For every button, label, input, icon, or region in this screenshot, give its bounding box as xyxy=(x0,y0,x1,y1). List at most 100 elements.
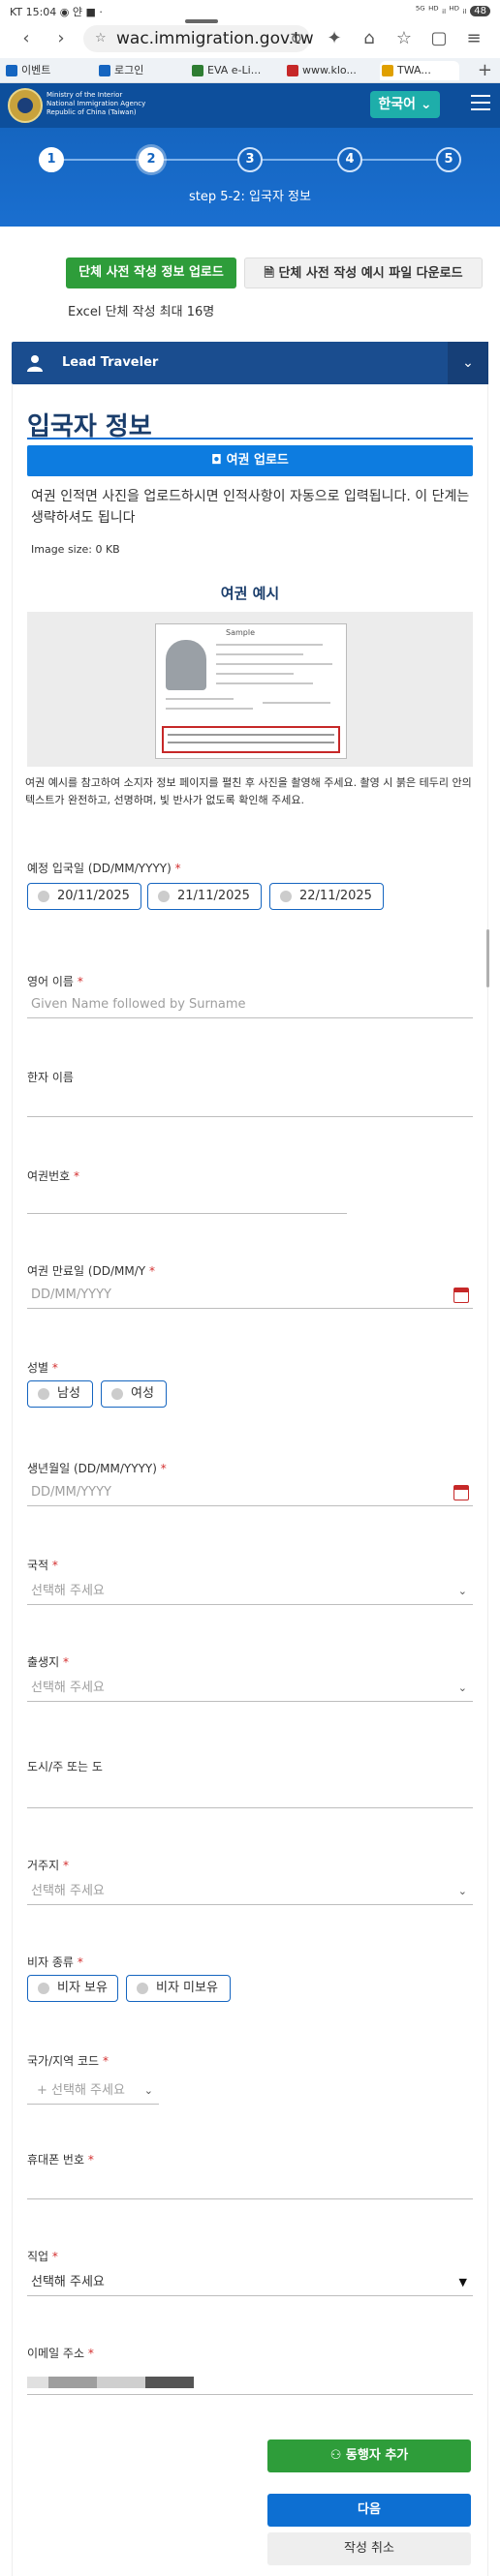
occupation-select[interactable]: 선택해 주세요 ▼ xyxy=(27,2269,473,2296)
browser-toolbar: ‹ › ☆ wac.immigration.gov.tw ↻ ✦ ⌂ ☆ ▢ ≡ xyxy=(0,19,500,58)
chinese-name-input[interactable] xyxy=(27,1090,473,1117)
sample-note: 여권 예시를 참고하여 소지자 정보 페이지를 펼친 후 사진을 촬영해 주세요… xyxy=(25,776,472,806)
gender-female[interactable]: 여성 xyxy=(101,1380,167,1408)
image-size: Image size: 0 KB xyxy=(31,543,120,556)
english-name-input[interactable]: Given Name followed by Surname xyxy=(27,991,473,1018)
email-text: 이메일 주소 xyxy=(27,2347,85,2360)
agency-line: Ministry of the Interior xyxy=(47,91,123,99)
occupation-label: 직업 * xyxy=(27,2250,58,2263)
mobile-input[interactable] xyxy=(27,2172,473,2199)
residence-placeholder: 선택해 주세요 xyxy=(31,1884,105,1898)
new-tab-icon[interactable]: + xyxy=(478,60,492,80)
caret-down-icon: ▼ xyxy=(458,2276,467,2288)
calendar-icon[interactable] xyxy=(453,1288,469,1303)
step-1: 1 xyxy=(39,147,64,172)
tab-login[interactable]: 로그인 xyxy=(97,61,165,80)
visa-type-label: 비자 종류 * xyxy=(27,1955,83,1969)
visa-yes[interactable]: 비자 보유 xyxy=(27,1975,118,2002)
add-companion-label: 동행자 추가 xyxy=(345,2448,409,2463)
tabs-icon[interactable]: ▢ xyxy=(426,27,452,50)
lead-traveler-label: Lead Traveler xyxy=(62,355,159,370)
radio-icon xyxy=(158,891,170,902)
radio-icon xyxy=(38,1983,49,1994)
email-label: 이메일 주소 * xyxy=(27,2347,94,2360)
passport-upload-label: 여권 업로드 xyxy=(226,453,289,468)
english-name-text: 영어 이름 xyxy=(27,975,74,988)
step-4: 4 xyxy=(337,147,362,172)
passport-no-input[interactable] xyxy=(27,1187,347,1214)
tab-twac[interactable]: TWA... xyxy=(380,61,459,80)
email-input[interactable] xyxy=(27,2368,473,2395)
hamburger-icon[interactable] xyxy=(471,95,490,114)
birthplace-select[interactable]: 선택해 주세요 ⌄ xyxy=(27,1675,473,1702)
passport-sample: Sample xyxy=(27,612,473,767)
menu-icon[interactable]: ≡ xyxy=(461,27,486,50)
gender-male[interactable]: 남성 xyxy=(27,1380,93,1408)
tab-favicon xyxy=(6,65,17,76)
tab-klook[interactable]: www.klo... xyxy=(285,61,364,80)
city-input[interactable] xyxy=(27,1781,473,1808)
status-bar: KT 15:04 ◉ 얀 ■ · ⁵ᴳ ᴴᴰ ᵢₗ ᴴᴰ ᵢₗ 48 xyxy=(0,0,500,19)
site-info-icon[interactable]: ☆ xyxy=(95,25,107,52)
signal-text: ⁵ᴳ ᴴᴰ ᵢₗ ᴴᴰ ᵢₗ xyxy=(415,4,467,16)
passport-expiry-input[interactable]: DD/MM/YYYY xyxy=(27,1282,473,1309)
mrz-highlight xyxy=(162,726,340,753)
nationality-label: 국적 * xyxy=(27,1559,58,1572)
group-upload-button[interactable]: 단체 사전 작성 정보 업로드 xyxy=(66,258,236,288)
group-download-button[interactable]: 🗎 단체 사전 작성 예시 파일 다운로드 xyxy=(244,258,483,288)
url-text: wac.immigration.gov.tw xyxy=(116,29,314,48)
language-select[interactable]: 한국어 ⌄ xyxy=(370,91,440,118)
url-bar[interactable]: ☆ wac.immigration.gov.tw ↻ xyxy=(83,19,314,52)
arrival-option-2[interactable]: 21/11/2025 xyxy=(147,883,262,910)
arrival-option-1[interactable]: 20/11/2025 xyxy=(27,883,141,910)
reload-icon[interactable]: ↻ xyxy=(290,25,302,52)
visa-no-label: 비자 미보유 xyxy=(156,1981,218,1995)
tab-label: EVA e-Li... xyxy=(207,64,262,76)
gender-female-label: 여성 xyxy=(131,1386,154,1401)
scrollbar[interactable] xyxy=(486,929,489,987)
passport-no-text: 여권번호 xyxy=(27,1169,71,1183)
arrival-option-label: 22/11/2025 xyxy=(299,889,372,903)
gender-label: 성별 * xyxy=(27,1361,58,1375)
tab-event[interactable]: 이벤트 xyxy=(4,61,72,80)
residence-select[interactable]: 선택해 주세요 ⌄ xyxy=(27,1878,473,1905)
chevron-down-icon: ⌄ xyxy=(457,1585,467,1597)
lead-traveler-bar[interactable]: Lead Traveler ⌄ xyxy=(12,342,488,384)
occupation-value: 선택해 주세요 xyxy=(31,2275,105,2289)
bookmark-icon[interactable]: ☆ xyxy=(391,27,417,50)
add-companion-button[interactable]: ⚇ 동행자 추가 xyxy=(267,2440,471,2472)
cancel-button[interactable]: 작성 취소 xyxy=(267,2532,471,2565)
calendar-icon[interactable] xyxy=(453,1485,469,1500)
phone-code-select[interactable]: + 선택해 주세요 ⌄ xyxy=(27,2077,159,2105)
passport-sample-image: Sample xyxy=(155,623,347,759)
tab-label: www.klo... xyxy=(302,64,357,76)
birth-date-input[interactable]: DD/MM/YYYY xyxy=(27,1479,473,1506)
home-icon[interactable]: ⌂ xyxy=(357,27,382,50)
chevron-down-icon[interactable]: ⌄ xyxy=(448,342,488,384)
arrival-option-3[interactable]: 22/11/2025 xyxy=(269,883,384,910)
forward-icon[interactable]: › xyxy=(48,27,74,50)
excel-note: Excel 단체 작성 최대 16명 xyxy=(68,305,215,319)
tab-eva[interactable]: EVA e-Li... xyxy=(190,61,269,80)
agency-logo[interactable] xyxy=(8,88,43,123)
birth-date-placeholder: DD/MM/YYYY xyxy=(31,1485,111,1500)
tab-label: 로그인 xyxy=(114,64,144,76)
passport-expiry-label: 여권 만료일 (DD/MM/Y * xyxy=(27,1264,155,1278)
tab-favicon xyxy=(287,65,298,76)
download-file-icon: 🗎 xyxy=(264,266,279,281)
residence-text: 거주지 xyxy=(27,1859,60,1872)
chinese-name-label: 한자 이름 xyxy=(27,1071,74,1084)
title-divider xyxy=(27,438,473,439)
visa-no[interactable]: 비자 미보유 xyxy=(126,1975,231,2002)
translate-icon[interactable]: ✦ xyxy=(322,27,347,50)
tab-favicon xyxy=(192,65,203,76)
status-right: ⁵ᴳ ᴴᴰ ᵢₗ ᴴᴰ ᵢₗ 48 xyxy=(416,4,490,16)
person-icon xyxy=(27,355,43,372)
nationality-select[interactable]: 선택해 주세요 ⌄ xyxy=(27,1578,473,1605)
back-icon[interactable]: ‹ xyxy=(14,27,39,50)
passport-upload-button[interactable]: ◘ 여권 업로드 xyxy=(27,445,473,476)
tab-favicon xyxy=(382,65,393,76)
step-label: step 5-2: 입국자 정보 xyxy=(189,190,311,204)
next-button[interactable]: 다음 xyxy=(267,2494,471,2527)
chevron-down-icon: ⌄ xyxy=(457,1885,467,1897)
